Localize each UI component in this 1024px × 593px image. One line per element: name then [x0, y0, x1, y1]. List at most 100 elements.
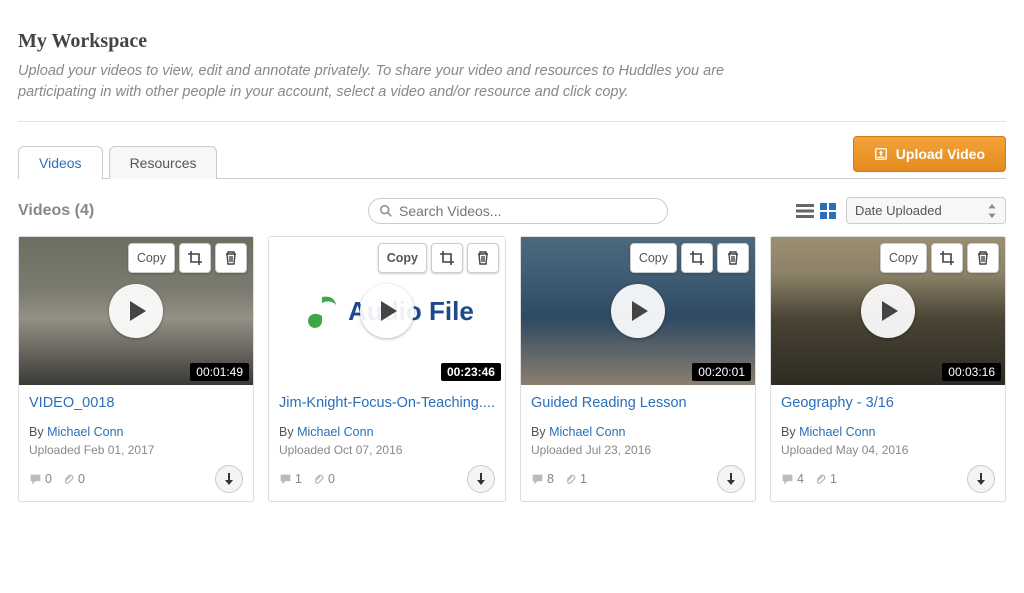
trash-icon: [725, 250, 741, 266]
comment-icon: [531, 473, 544, 486]
controls-row: Videos (4) Date Uploaded: [18, 179, 1006, 236]
attachments-count[interactable]: 1: [814, 472, 837, 486]
video-card: Copy 00:01:49 VIDEO_0018 By Michael Conn…: [18, 236, 254, 502]
search-box[interactable]: [368, 198, 668, 224]
download-icon: [725, 472, 737, 486]
view-grid-button[interactable]: [820, 203, 838, 219]
download-button[interactable]: [717, 465, 745, 493]
video-uploaded: Uploaded Oct 07, 2016: [279, 443, 495, 457]
play-button[interactable]: [109, 284, 163, 338]
comment-icon: [279, 473, 292, 486]
download-button[interactable]: [467, 465, 495, 493]
video-uploaded: Uploaded Jul 23, 2016: [531, 443, 745, 457]
toolbar: Videos Resources Upload Video: [18, 122, 1006, 179]
download-icon: [223, 472, 235, 486]
comments-count[interactable]: 0: [29, 472, 52, 486]
search-input[interactable]: [399, 203, 657, 219]
attachments-count[interactable]: 0: [62, 472, 85, 486]
crop-button[interactable]: [931, 243, 963, 273]
download-button[interactable]: [215, 465, 243, 493]
play-button[interactable]: [861, 284, 915, 338]
sort-select[interactable]: Date Uploaded: [846, 197, 1006, 224]
crop-button[interactable]: [681, 243, 713, 273]
delete-button[interactable]: [717, 243, 749, 273]
author-link[interactable]: Michael Conn: [47, 425, 123, 439]
copy-button[interactable]: Copy: [630, 243, 677, 273]
crop-button[interactable]: [179, 243, 211, 273]
video-duration: 00:03:16: [942, 363, 1001, 381]
video-title[interactable]: Jim-Knight-Focus-On-Teaching....: [279, 395, 495, 411]
attachments-count[interactable]: 1: [564, 472, 587, 486]
tabs: Videos Resources: [18, 145, 217, 178]
music-note-icon: [300, 291, 340, 331]
comments-count[interactable]: 4: [781, 472, 804, 486]
download-icon: [475, 472, 487, 486]
video-card: Copy 00:20:01 Guided Reading Lesson By M…: [520, 236, 756, 502]
author-link[interactable]: Michael Conn: [799, 425, 875, 439]
upload-video-label: Upload Video: [896, 146, 985, 162]
play-icon: [128, 300, 148, 322]
delete-button[interactable]: [967, 243, 999, 273]
delete-button[interactable]: [467, 243, 499, 273]
crop-button[interactable]: [431, 243, 463, 273]
attachment-icon: [62, 473, 75, 486]
play-button[interactable]: [360, 284, 414, 338]
page-header: My Workspace Upload your videos to view,…: [18, 0, 1006, 122]
crop-icon: [439, 250, 455, 266]
video-byline: By Michael Conn: [531, 425, 745, 439]
video-thumbnail[interactable]: Copy 00:20:01: [521, 237, 755, 385]
play-icon: [630, 300, 650, 322]
videos-count: Videos (4): [18, 202, 368, 220]
upload-video-button[interactable]: Upload Video: [853, 136, 1006, 172]
play-icon: [880, 300, 900, 322]
attachment-icon: [814, 473, 827, 486]
video-thumbnail[interactable]: Copy 00:03:16: [771, 237, 1005, 385]
copy-button[interactable]: Copy: [128, 243, 175, 273]
comments-count[interactable]: 1: [279, 472, 302, 486]
page-title: My Workspace: [18, 30, 1006, 53]
upload-icon: [874, 147, 888, 161]
video-byline: By Michael Conn: [29, 425, 243, 439]
tab-resources[interactable]: Resources: [109, 146, 218, 179]
sort-caret-icon: [987, 204, 997, 218]
video-duration: 00:20:01: [692, 363, 751, 381]
list-icon: [796, 203, 814, 219]
video-title[interactable]: Guided Reading Lesson: [531, 395, 745, 411]
sort-label: Date Uploaded: [855, 203, 942, 218]
attachment-icon: [564, 473, 577, 486]
video-title[interactable]: VIDEO_0018: [29, 395, 243, 411]
search-icon: [379, 204, 393, 218]
trash-icon: [223, 250, 239, 266]
video-title[interactable]: Geography - 3/16: [781, 395, 995, 411]
video-byline: By Michael Conn: [781, 425, 995, 439]
video-card: Copy 00:03:16 Geography - 3/16 By Michae…: [770, 236, 1006, 502]
copy-button[interactable]: Copy: [880, 243, 927, 273]
tab-videos[interactable]: Videos: [18, 146, 103, 179]
comment-icon: [781, 473, 794, 486]
video-uploaded: Uploaded Feb 01, 2017: [29, 443, 243, 457]
page-subtitle: Upload your videos to view, edit and ann…: [18, 61, 738, 103]
download-icon: [975, 472, 987, 486]
play-icon: [379, 300, 399, 322]
video-duration: 00:23:46: [441, 363, 501, 381]
comment-icon: [29, 473, 42, 486]
attachments-count[interactable]: 0: [312, 472, 335, 486]
view-toggle: [796, 203, 838, 219]
video-meta: 0 0: [29, 472, 85, 486]
video-byline: By Michael Conn: [279, 425, 495, 439]
trash-icon: [975, 250, 991, 266]
download-button[interactable]: [967, 465, 995, 493]
crop-icon: [939, 250, 955, 266]
delete-button[interactable]: [215, 243, 247, 273]
author-link[interactable]: Michael Conn: [297, 425, 373, 439]
view-list-button[interactable]: [796, 203, 814, 219]
crop-icon: [689, 250, 705, 266]
video-thumbnail[interactable]: Audio File Copy 00:23:46: [269, 237, 505, 385]
comments-count[interactable]: 8: [531, 472, 554, 486]
video-card: Audio File Copy 00:23:46 Jim-Knight-Focu…: [268, 236, 506, 502]
video-thumbnail[interactable]: Copy 00:01:49: [19, 237, 253, 385]
copy-button[interactable]: Copy: [378, 243, 427, 273]
video-meta: 4 1: [781, 472, 837, 486]
author-link[interactable]: Michael Conn: [549, 425, 625, 439]
play-button[interactable]: [611, 284, 665, 338]
